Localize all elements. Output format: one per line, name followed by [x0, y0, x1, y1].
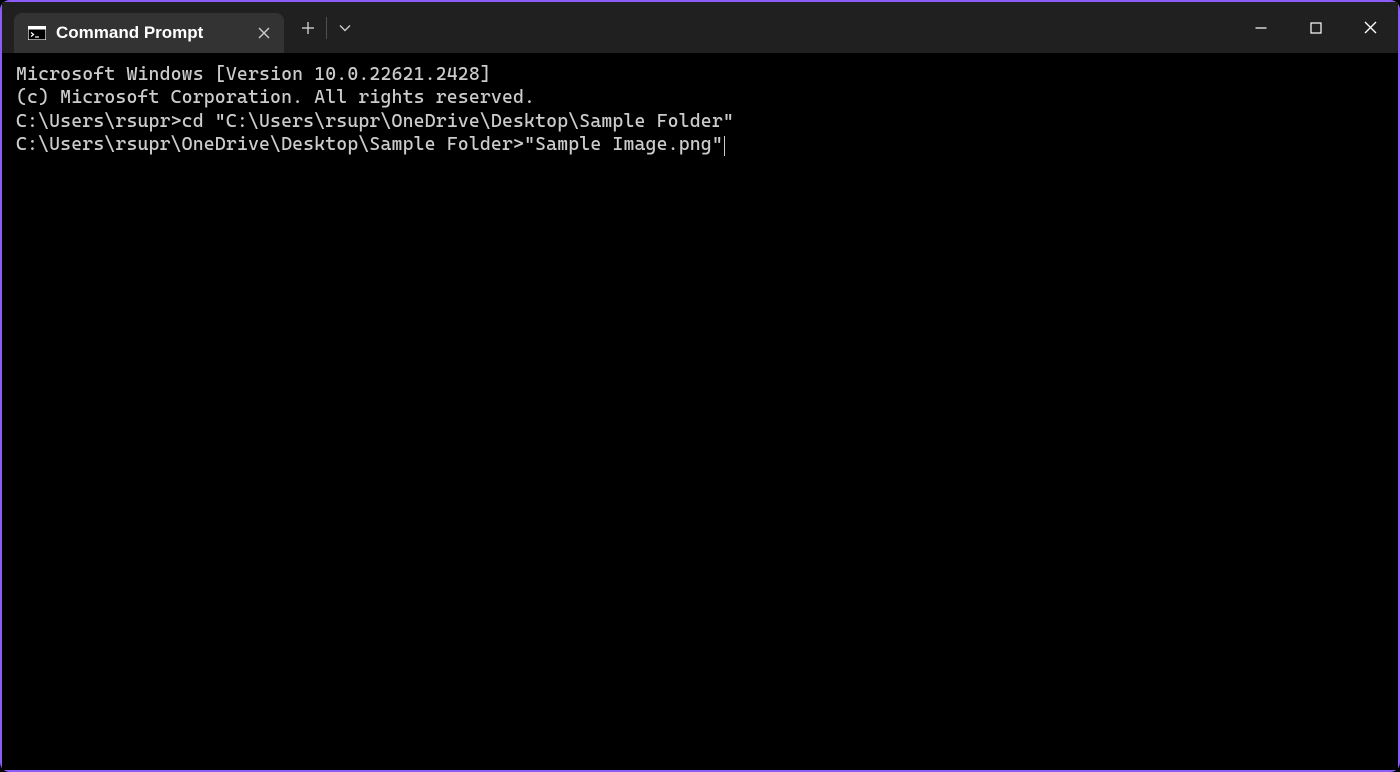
new-tab-button[interactable]	[292, 12, 324, 44]
titlebar: Command Prompt	[2, 2, 1398, 53]
tab-dropdown-button[interactable]	[329, 12, 361, 44]
window-controls	[1233, 2, 1398, 53]
terminal-line: (c) Microsoft Corporation. All rights re…	[16, 86, 1384, 109]
tab-region: Command Prompt	[2, 2, 361, 53]
terminal-content[interactable]: Microsoft Windows [Version 10.0.22621.24…	[2, 53, 1398, 770]
close-button[interactable]	[1343, 2, 1398, 53]
terminal-icon	[28, 24, 46, 42]
command-text: cd "C:\Users\rsupr\OneDrive\Desktop\Samp…	[182, 111, 734, 132]
terminal-line: C:\Users\rsupr\OneDrive\Desktop\Sample F…	[16, 133, 1384, 156]
cursor-icon	[724, 136, 726, 156]
command-text: "Sample Image.png"	[524, 134, 723, 155]
prompt: C:\Users\rsupr>	[16, 111, 182, 132]
maximize-button[interactable]	[1288, 2, 1343, 53]
prompt: C:\Users\rsupr\OneDrive\Desktop\Sample F…	[16, 134, 524, 155]
terminal-line: C:\Users\rsupr>cd "C:\Users\rsupr\OneDri…	[16, 110, 1384, 133]
tab-title: Command Prompt	[56, 23, 244, 43]
tab-divider	[326, 17, 327, 39]
titlebar-drag-region[interactable]	[361, 2, 1233, 53]
tab-actions	[292, 2, 361, 53]
terminal-line: Microsoft Windows [Version 10.0.22621.24…	[16, 63, 1384, 86]
tab-command-prompt[interactable]: Command Prompt	[14, 13, 284, 53]
close-tab-icon[interactable]	[254, 23, 274, 43]
minimize-button[interactable]	[1233, 2, 1288, 53]
